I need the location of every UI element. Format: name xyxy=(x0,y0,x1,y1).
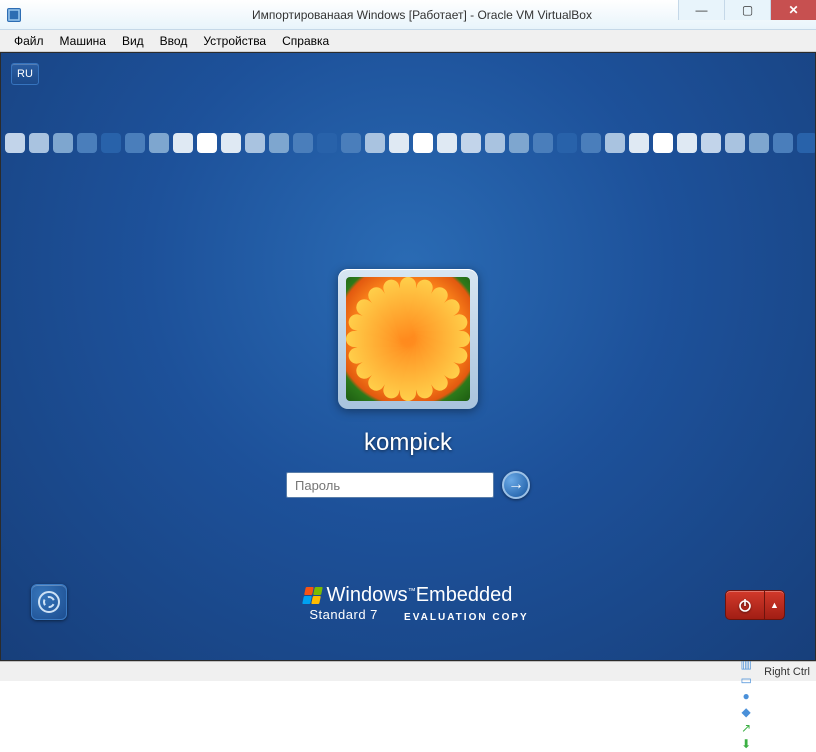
band-square xyxy=(533,133,553,153)
band-square xyxy=(557,133,577,153)
shutdown-options-button[interactable]: ▲ xyxy=(765,590,785,620)
menu-view[interactable]: Вид xyxy=(114,32,152,50)
user-avatar-image xyxy=(346,277,470,401)
chevron-up-icon: ▲ xyxy=(770,600,779,610)
brand-eval: EVALUATION COPY xyxy=(404,612,529,623)
band-square xyxy=(149,133,169,153)
submit-button[interactable]: → xyxy=(502,471,530,499)
host-key-label: Right Ctrl xyxy=(764,666,810,678)
brand-vendor: Windows xyxy=(327,584,408,606)
host-menubar: Файл Машина Вид Ввод Устройства Справка xyxy=(0,30,816,52)
guest-additions-icon[interactable]: ◆ xyxy=(738,704,754,720)
host-statusbar: ◎⊙⇄⑂▥▭●◆↗⬇ Right Ctrl xyxy=(0,661,816,681)
band-square xyxy=(581,133,601,153)
band-square xyxy=(413,133,433,153)
band-square xyxy=(245,133,265,153)
arrow-right-icon: → xyxy=(508,476,524,494)
band-square xyxy=(653,133,673,153)
band-square xyxy=(749,133,769,153)
login-panel: kompick → xyxy=(1,269,815,499)
band-square xyxy=(173,133,193,153)
band-square xyxy=(5,133,25,153)
band-square xyxy=(293,133,313,153)
keyboard-capture-icon[interactable]: ⬇ xyxy=(738,736,754,752)
band-square xyxy=(389,133,409,153)
band-square xyxy=(605,133,625,153)
menu-devices[interactable]: Устройства xyxy=(195,32,274,50)
band-square xyxy=(773,133,793,153)
mouse-integration-icon[interactable]: ↗ xyxy=(738,720,754,736)
virtualbox-icon xyxy=(6,7,22,23)
band-square xyxy=(53,133,73,153)
language-indicator[interactable]: RU xyxy=(11,63,39,85)
decorative-band xyxy=(1,133,815,159)
shutdown-button[interactable] xyxy=(725,590,765,620)
brand-subtitle: Standard 7 xyxy=(309,607,378,622)
band-square xyxy=(317,133,337,153)
band-square xyxy=(485,133,505,153)
band-square xyxy=(701,133,721,153)
band-square xyxy=(221,133,241,153)
maximize-button[interactable]: ▢ xyxy=(724,0,770,20)
band-square xyxy=(461,133,481,153)
brand-product: Embedded xyxy=(416,584,513,606)
band-square xyxy=(77,133,97,153)
band-square xyxy=(629,133,649,153)
band-square xyxy=(125,133,145,153)
guest-display[interactable]: RU kompick → Windows™Embedded Standard 7… xyxy=(0,52,816,661)
close-button[interactable]: ✕ xyxy=(770,0,816,20)
username-label: kompick xyxy=(364,429,452,457)
menu-machine[interactable]: Машина xyxy=(52,32,114,50)
band-square xyxy=(365,133,385,153)
menu-input[interactable]: Ввод xyxy=(152,32,196,50)
brand-tm: ™ xyxy=(408,586,416,595)
password-input[interactable] xyxy=(286,472,494,498)
display-icon[interactable]: ▭ xyxy=(738,672,754,688)
power-controls: ▲ xyxy=(725,590,785,620)
power-icon xyxy=(737,597,753,613)
minimize-button[interactable]: — xyxy=(678,0,724,20)
menu-help[interactable]: Справка xyxy=(274,32,337,50)
band-square xyxy=(29,133,49,153)
band-square xyxy=(725,133,745,153)
recording-icon[interactable]: ● xyxy=(738,688,754,704)
menu-file[interactable]: Файл xyxy=(6,32,52,50)
band-square xyxy=(269,133,289,153)
band-square xyxy=(197,133,217,153)
band-square xyxy=(677,133,697,153)
user-avatar-frame[interactable] xyxy=(338,269,478,409)
band-square xyxy=(341,133,361,153)
windows-flag-icon xyxy=(302,587,323,604)
band-square xyxy=(101,133,121,153)
os-branding: Windows™Embedded Standard 7 EVALUATION C… xyxy=(1,582,815,622)
band-square xyxy=(797,133,815,153)
band-square xyxy=(437,133,457,153)
band-square xyxy=(509,133,529,153)
host-titlebar: Импортированаая Windows [Работает] - Ora… xyxy=(0,0,816,30)
